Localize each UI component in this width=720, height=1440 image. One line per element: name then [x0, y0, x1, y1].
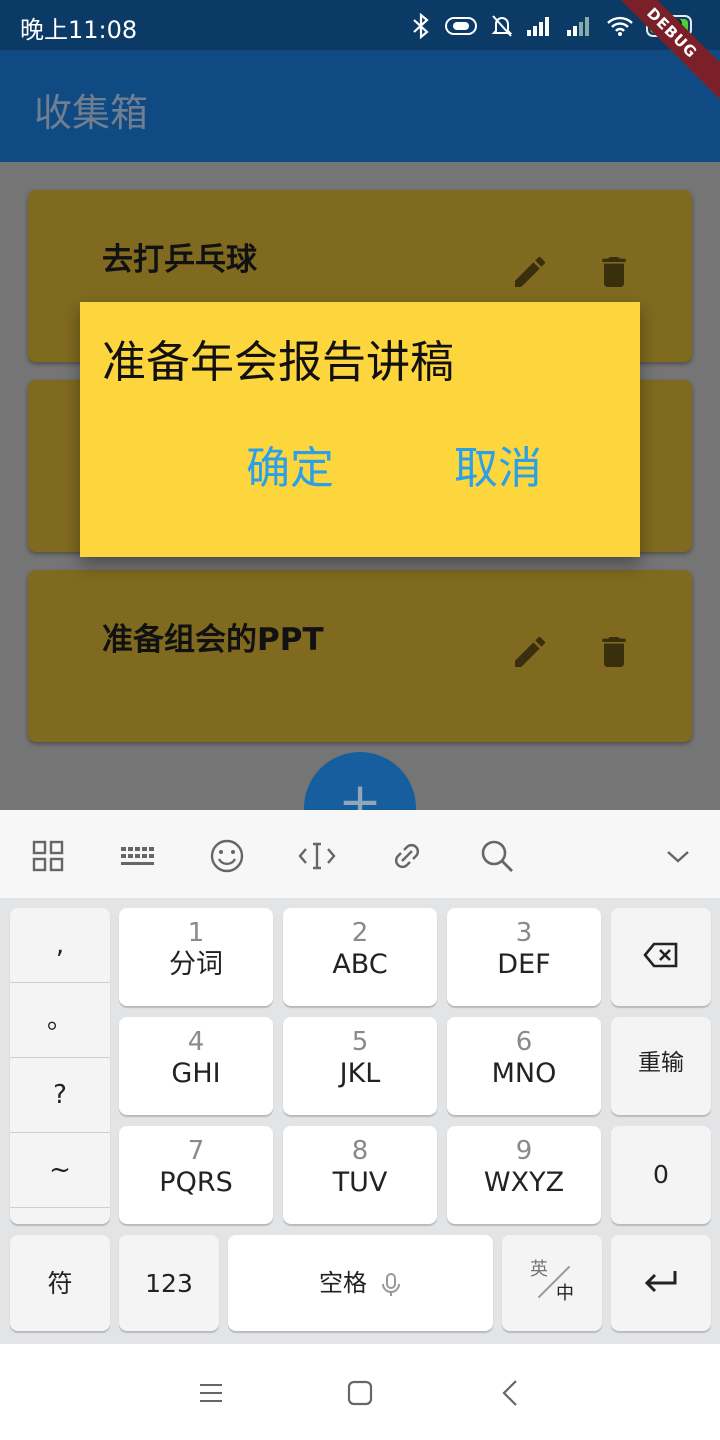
space-key[interactable]: 空格: [228, 1235, 493, 1331]
key-num: 8: [351, 1136, 369, 1166]
chevron-down-icon[interactable]: [658, 836, 698, 876]
app-bar: 收集箱: [0, 50, 720, 162]
todo-card[interactable]: 准备组会的PPT: [28, 570, 692, 742]
key-7[interactable]: 7 PQRS: [119, 1126, 273, 1224]
punct-key[interactable]: ?: [10, 1058, 110, 1133]
screen: 晚上11:08 100 DEBUG 收集箱 去打乒乓球 准备组会的PPT +: [0, 0, 720, 1440]
symbol-label: 符: [47, 1269, 73, 1298]
key-label: GHI: [171, 1058, 221, 1089]
key-5[interactable]: 5 JKL: [283, 1017, 437, 1115]
lang-en-label: 英: [530, 1259, 548, 1280]
key-label: WXYZ: [483, 1167, 565, 1198]
status-bar: 晚上11:08 100: [0, 0, 720, 50]
signal-weak-icon: [566, 15, 594, 37]
punct-key[interactable]: ,: [10, 908, 110, 983]
page-title: 收集箱: [34, 91, 149, 135]
lang-zh-label: 中: [556, 1283, 574, 1304]
vibrate-icon: [444, 15, 478, 37]
space-label: 空格: [318, 1269, 367, 1297]
dialog-title: 准备年会报告讲稿: [102, 337, 454, 388]
key-label: TUV: [332, 1167, 388, 1198]
key-num: 9: [515, 1136, 533, 1166]
reenter-label: 重输: [638, 1050, 684, 1076]
punct-key[interactable]: 。: [10, 983, 110, 1058]
link-icon[interactable]: [387, 836, 427, 876]
delete-icon[interactable]: [594, 252, 634, 292]
edit-icon[interactable]: [510, 632, 550, 672]
punct-key[interactable]: ~: [10, 1133, 110, 1208]
home-icon[interactable]: [345, 1378, 375, 1408]
key-label: PQRS: [159, 1167, 233, 1198]
dialog: 准备年会报告讲稿 确定 取消: [80, 302, 640, 557]
bluetooth-icon: [410, 13, 432, 39]
key-num: 7: [187, 1136, 205, 1166]
todo-title: 准备组会的PPT: [102, 622, 324, 658]
mute-bell-icon: [490, 13, 514, 39]
key-label: ABC: [332, 949, 388, 980]
key-2[interactable]: 2 ABC: [283, 908, 437, 1006]
todo-title: 去打乒乓球: [102, 242, 257, 278]
grid-icon[interactable]: [28, 836, 68, 876]
emoji-icon[interactable]: [207, 836, 247, 876]
backspace-key[interactable]: [611, 908, 711, 1006]
key-label: MNO: [491, 1058, 557, 1089]
wifi-icon: [606, 15, 634, 37]
menu-icon[interactable]: [196, 1378, 226, 1408]
status-time: 晚上11:08: [20, 16, 138, 44]
zero-label: 0: [653, 1160, 669, 1189]
key-4[interactable]: 4 GHI: [119, 1017, 273, 1115]
ime-toolbar: [0, 810, 720, 898]
signal-icon: [526, 15, 554, 37]
edit-icon[interactable]: [510, 252, 550, 292]
zero-key[interactable]: 0: [611, 1126, 711, 1224]
reenter-key[interactable]: 重输: [611, 1017, 711, 1115]
key-label: JKL: [339, 1058, 381, 1089]
back-icon[interactable]: [496, 1378, 526, 1408]
cursor-icon[interactable]: [297, 836, 337, 876]
keyboard: , 。 ? ~ 1 分词 2 ABC 3 DEF 4 GHI 5 JKL 6 MNO 重输 …: [0, 898, 720, 1344]
key-num: 3: [515, 918, 533, 948]
key-num: 4: [187, 1027, 205, 1057]
key-label: DEF: [497, 949, 551, 980]
key-6[interactable]: 6 MNO: [447, 1017, 601, 1115]
key-label: 分词: [169, 949, 223, 980]
numbers-key[interactable]: 123: [119, 1235, 219, 1331]
key-num: 2: [351, 918, 369, 948]
language-switch-key[interactable]: 英 中: [502, 1235, 602, 1331]
keyboard-icon[interactable]: [117, 836, 157, 876]
key-num: 5: [351, 1027, 369, 1057]
key-9[interactable]: 9 WXYZ: [447, 1126, 601, 1224]
numbers-label: 123: [145, 1269, 193, 1298]
key-1[interactable]: 1 分词: [119, 908, 273, 1006]
enter-key[interactable]: [611, 1235, 711, 1331]
key-num: 6: [515, 1027, 533, 1057]
confirm-button[interactable]: 确定: [246, 432, 334, 496]
microphone-icon: [380, 1272, 402, 1302]
key-3[interactable]: 3 DEF: [447, 908, 601, 1006]
key-8[interactable]: 8 TUV: [283, 1126, 437, 1224]
key-num: 1: [187, 918, 205, 948]
search-icon[interactable]: [477, 836, 517, 876]
symbol-key[interactable]: 符: [10, 1235, 110, 1331]
delete-icon[interactable]: [594, 632, 634, 672]
system-nav-bar: [0, 1344, 720, 1440]
cancel-button[interactable]: 取消: [454, 432, 542, 496]
punctuation-column[interactable]: , 。 ? ~: [10, 908, 110, 1224]
